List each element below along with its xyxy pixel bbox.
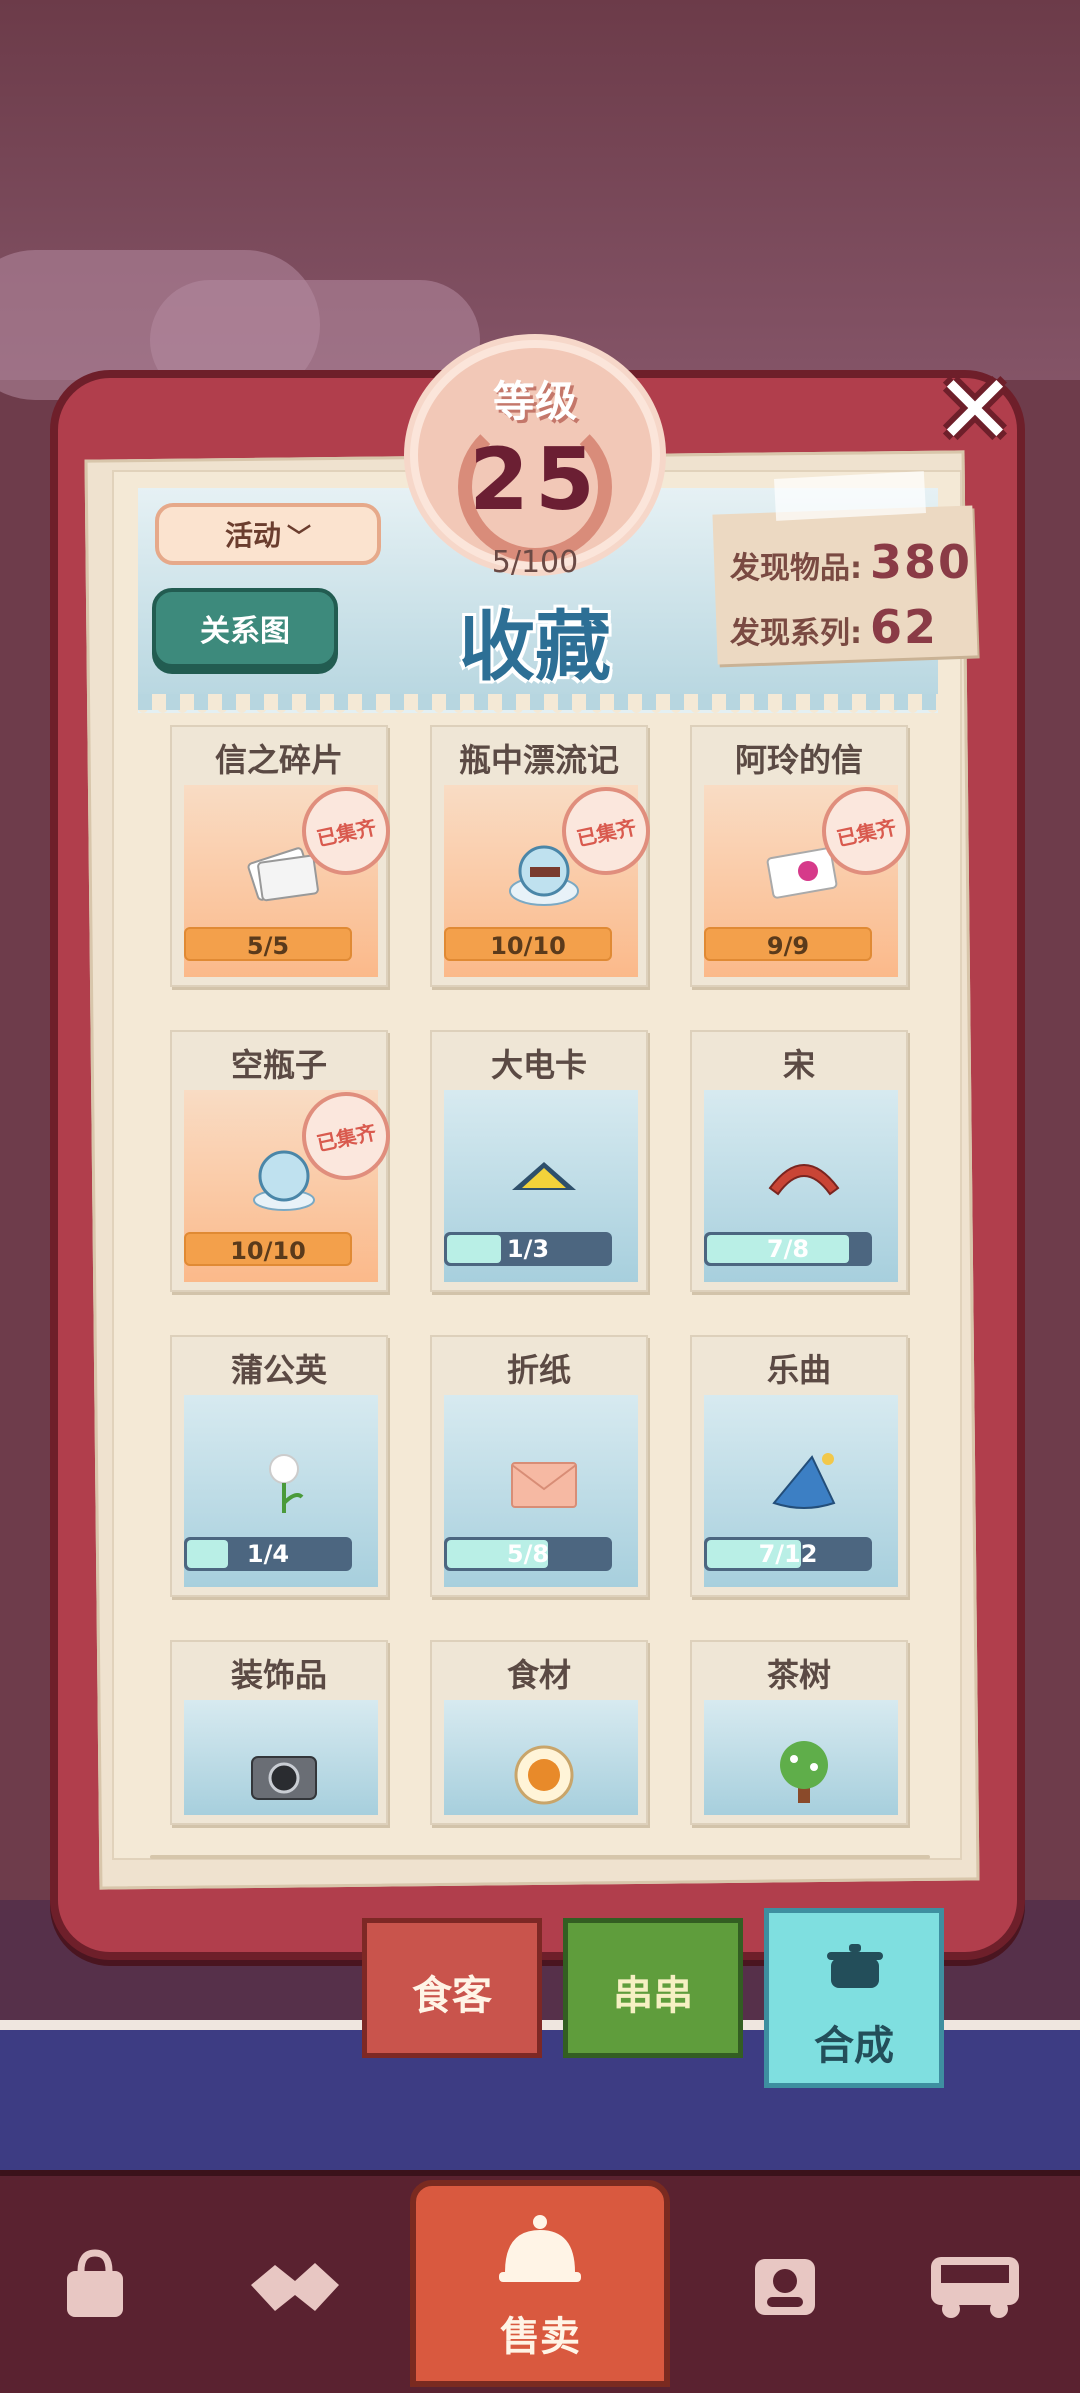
collection-card[interactable]: 空瓶子 10/10 已集齐 (170, 1030, 399, 1292)
collection-card[interactable]: 茶树 (690, 1640, 908, 1825)
wizard-hat-icon (772, 1453, 836, 1509)
tab-guests[interactable]: 食客 (362, 1918, 542, 2058)
paper-divider (150, 1855, 930, 1859)
tea-tree-icon (780, 1741, 828, 1803)
level-title: 等级 (492, 377, 577, 426)
card-progress-text: 5/8 (506, 1540, 550, 1568)
nav-sell-label: 售卖 (500, 2314, 580, 2360)
collection-card[interactable]: 宋 7/8 (690, 1030, 908, 1292)
card-progress-fill (447, 1235, 501, 1263)
pot-icon (827, 1944, 883, 1988)
collection-card[interactable]: 阿玲的信 9/9 已集齐 (690, 725, 919, 987)
tab-craft-label: 合成 (814, 2023, 894, 2069)
card-title: 乐曲 (766, 1351, 831, 1389)
food-plate-icon (514, 1745, 574, 1805)
card-progress-fill (187, 1540, 228, 1568)
stat-series: 发现系列: 62 (730, 600, 938, 654)
card-title: 茶树 (766, 1656, 831, 1694)
handshake-icon (251, 2263, 339, 2311)
tape-decoration (774, 471, 926, 521)
page-title: 收藏 (459, 602, 611, 691)
card-progress-text: 1/3 (506, 1235, 550, 1263)
arch-bridge-icon (768, 1164, 840, 1196)
collection-card[interactable]: 瓶中漂流记 10/10 已集齐 (430, 725, 659, 987)
stat-items: 发现物品: 380 (730, 535, 972, 589)
card-title: 信之碎片 (214, 741, 343, 779)
card-progress-bar: 1/3 (444, 1232, 612, 1266)
card-progress-bar: 7/8 (704, 1232, 872, 1266)
card-title: 折纸 (506, 1351, 571, 1389)
stat-items-label: 发现物品: (730, 551, 862, 586)
card-progress-bar: 1/4 (184, 1537, 352, 1571)
collection-card[interactable]: 蒲公英 1/4 (170, 1335, 388, 1597)
card-progress-bar: 10/10 (444, 927, 612, 961)
tab-craft[interactable]: 合成 (764, 1908, 944, 2088)
collection-card[interactable]: 乐曲 7/12 (690, 1335, 908, 1597)
nav-handshake-button[interactable] (240, 2230, 350, 2340)
collection-card[interactable]: 大电卡 1/3 (430, 1030, 648, 1292)
card-title: 装饰品 (230, 1656, 327, 1694)
card-title: 大电卡 (490, 1046, 587, 1084)
filter-dropdown[interactable]: 活动 ﹀ (155, 503, 381, 565)
card-progress-bar: 5/8 (444, 1537, 612, 1571)
card-progress-text: 10/10 (490, 932, 566, 960)
collection-card[interactable]: 装饰品 (170, 1640, 388, 1825)
stat-series-value: 62 (870, 600, 939, 654)
stat-items-value: 380 (870, 535, 973, 589)
relation-map-button[interactable]: 关系图 (152, 588, 338, 668)
card-progress-text: 7/8 (766, 1235, 810, 1263)
level-progress-text: 5/100 (491, 545, 579, 580)
collection-card[interactable]: 食材 (430, 1640, 648, 1825)
card-progress-bar: 9/9 (704, 927, 872, 961)
banner-torn-edge (138, 694, 938, 710)
bus-icon (931, 2257, 1019, 2318)
card-progress-text: 9/9 (766, 932, 810, 960)
card-title: 瓶中漂流记 (458, 741, 619, 779)
close-button[interactable]: ✕ (930, 362, 1020, 458)
nav-bus-button[interactable] (920, 2230, 1030, 2340)
stat-series-label: 发现系列: (730, 616, 862, 651)
filter-label: 活动 (224, 519, 281, 552)
dandelion-icon (269, 1454, 304, 1513)
card-title: 蒲公英 (230, 1351, 327, 1389)
card-progress-text: 7/12 (758, 1540, 818, 1568)
nav-bag-button[interactable] (40, 2230, 150, 2340)
transit-card-icon (512, 1162, 576, 1190)
collection-card[interactable]: 信之碎片 5/5 已集齐 (170, 725, 399, 987)
profile-card-icon (755, 2259, 815, 2315)
chevron-down-icon: ﹀ (287, 522, 311, 551)
shopping-bag-icon (67, 2249, 123, 2317)
card-progress-bar: 10/10 (184, 1232, 352, 1266)
nav-profile-button[interactable] (730, 2230, 840, 2340)
camera-icon (251, 1756, 317, 1800)
card-title: 空瓶子 (230, 1046, 327, 1084)
tab-skewers[interactable]: 串串 (563, 1918, 743, 2058)
card-title: 阿玲的信 (734, 741, 863, 779)
card-progress-text: 5/5 (246, 932, 290, 960)
collection-card[interactable]: 折纸 5/8 (430, 1335, 648, 1597)
card-progress-bar: 7/12 (704, 1537, 872, 1571)
card-progress-text: 1/4 (246, 1540, 290, 1568)
card-progress-text: 10/10 (230, 1237, 306, 1265)
card-progress-bar: 5/5 (184, 927, 352, 961)
envelope-icon (511, 1462, 577, 1508)
service-bell-icon (499, 2215, 581, 2282)
nav-sell-button[interactable]: 售卖 (410, 2180, 670, 2387)
card-title: 宋 (782, 1046, 815, 1084)
level-value: 25 (469, 430, 601, 530)
card-title: 食材 (506, 1656, 571, 1694)
